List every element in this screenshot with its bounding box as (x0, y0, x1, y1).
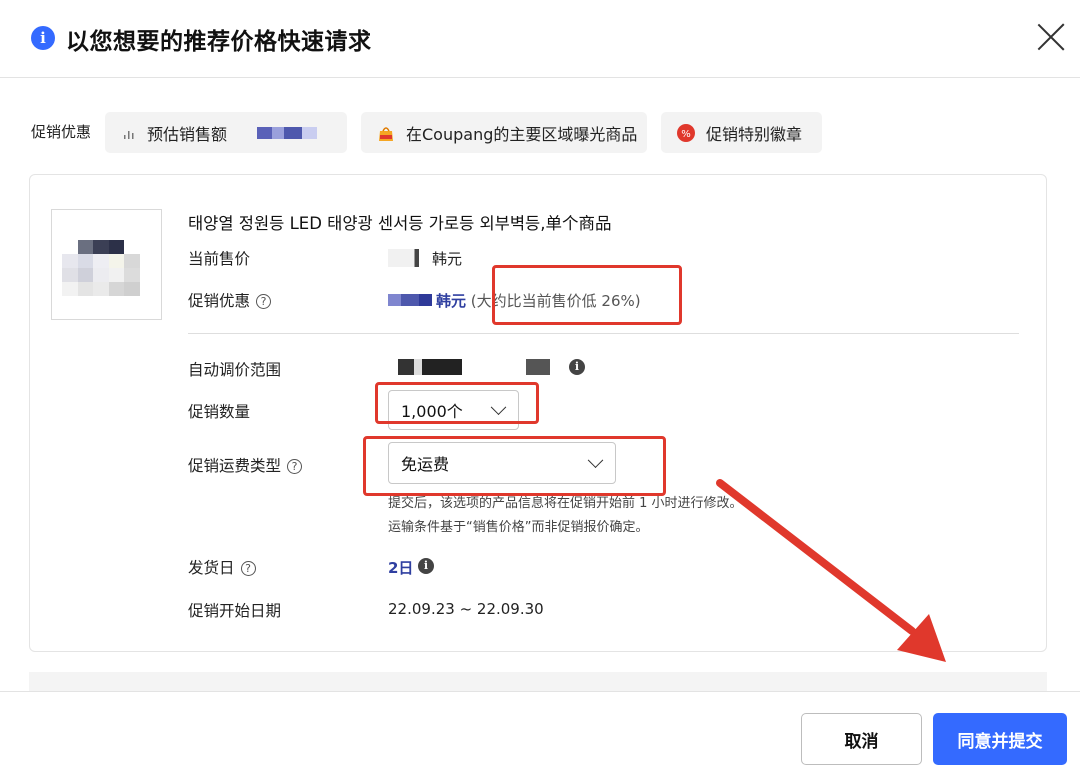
quantity-selected-value: 1,000个 (401, 402, 463, 421)
agree-submit-button[interactable]: 同意并提交 (933, 713, 1067, 765)
benefit-chip-exposure: 在Coupang的主要区域曝光商品 (361, 112, 647, 153)
shipping-note: 运输条件基于“销售价格”而非促销报价确定。 (388, 520, 649, 535)
benefit-chip-label: 促销特别徽章 (706, 124, 803, 144)
percent-badge-icon: % (676, 123, 696, 143)
shipping-type-label: 促销运费类型? (188, 454, 303, 476)
sale-bag-icon (376, 123, 396, 143)
start-date-value: 22.09.23 ~ 22.09.30 (388, 600, 544, 618)
bar-chart-icon (123, 126, 137, 140)
info-icon[interactable]: i (569, 359, 585, 375)
shipping-selected-value: 免运费 (401, 455, 450, 474)
benefit-chip-badge: % 促销特别徽章 (661, 112, 822, 153)
help-icon[interactable]: ? (240, 561, 256, 576)
divider (188, 333, 1019, 334)
discount-note: (大约比当前售价低 26%) (470, 292, 641, 310)
shipping-note: 提交后，该选项的产品信息将在促销开始前 1 小时进行修改。 (388, 496, 743, 511)
benefit-chip-label: 预估销售额 (147, 124, 228, 144)
benefit-chip-sales: 预估销售额 (105, 112, 347, 153)
redacted-value (388, 249, 432, 267)
product-card (29, 174, 1047, 652)
help-icon[interactable]: ? (256, 294, 272, 309)
delivery-label: 发货日? (188, 556, 256, 578)
promo-benefit-label: 促销优惠? (188, 289, 272, 311)
quantity-select[interactable]: 1,000个 (388, 390, 519, 430)
redacted-value (257, 126, 318, 139)
product-name: 태양열 정원등 LED 태양광 센서등 가로등 외부벽등,单个商品 (188, 214, 612, 233)
info-icon[interactable]: i (418, 558, 434, 574)
redacted-value (388, 294, 432, 306)
benefits-label: 促销优惠 (31, 123, 92, 141)
help-icon[interactable]: ? (287, 459, 303, 474)
current-price-value: 韩元 (388, 248, 462, 269)
card-footer-strip (29, 672, 1047, 692)
svg-text:%: % (681, 129, 691, 140)
current-price-label: 当前售价 (188, 250, 251, 268)
quantity-label: 促销数量 (188, 403, 251, 421)
shipping-type-select[interactable]: 免运费 (388, 442, 616, 484)
benefit-chip-label: 在Coupang的主要区域曝光商品 (406, 124, 638, 144)
promo-price-value: 韩元 (大约比当前售价低 26%) (388, 290, 641, 311)
cancel-button[interactable]: 取消 (801, 713, 922, 765)
dialog-header: i 以您想要的推荐价格快速请求 (0, 0, 1080, 78)
product-thumbnail (51, 209, 162, 320)
redacted-value (398, 359, 558, 375)
chevron-down-icon (490, 399, 507, 416)
info-icon: i (31, 26, 55, 50)
chevron-down-icon (587, 452, 604, 469)
dialog-title: 以您想要的推荐价格快速请求 (66, 29, 372, 55)
close-icon[interactable] (1036, 22, 1066, 52)
start-date-label: 促销开始日期 (188, 602, 282, 620)
delivery-value: 2日 (388, 559, 414, 577)
auto-range-label: 自动调价范围 (188, 361, 282, 379)
